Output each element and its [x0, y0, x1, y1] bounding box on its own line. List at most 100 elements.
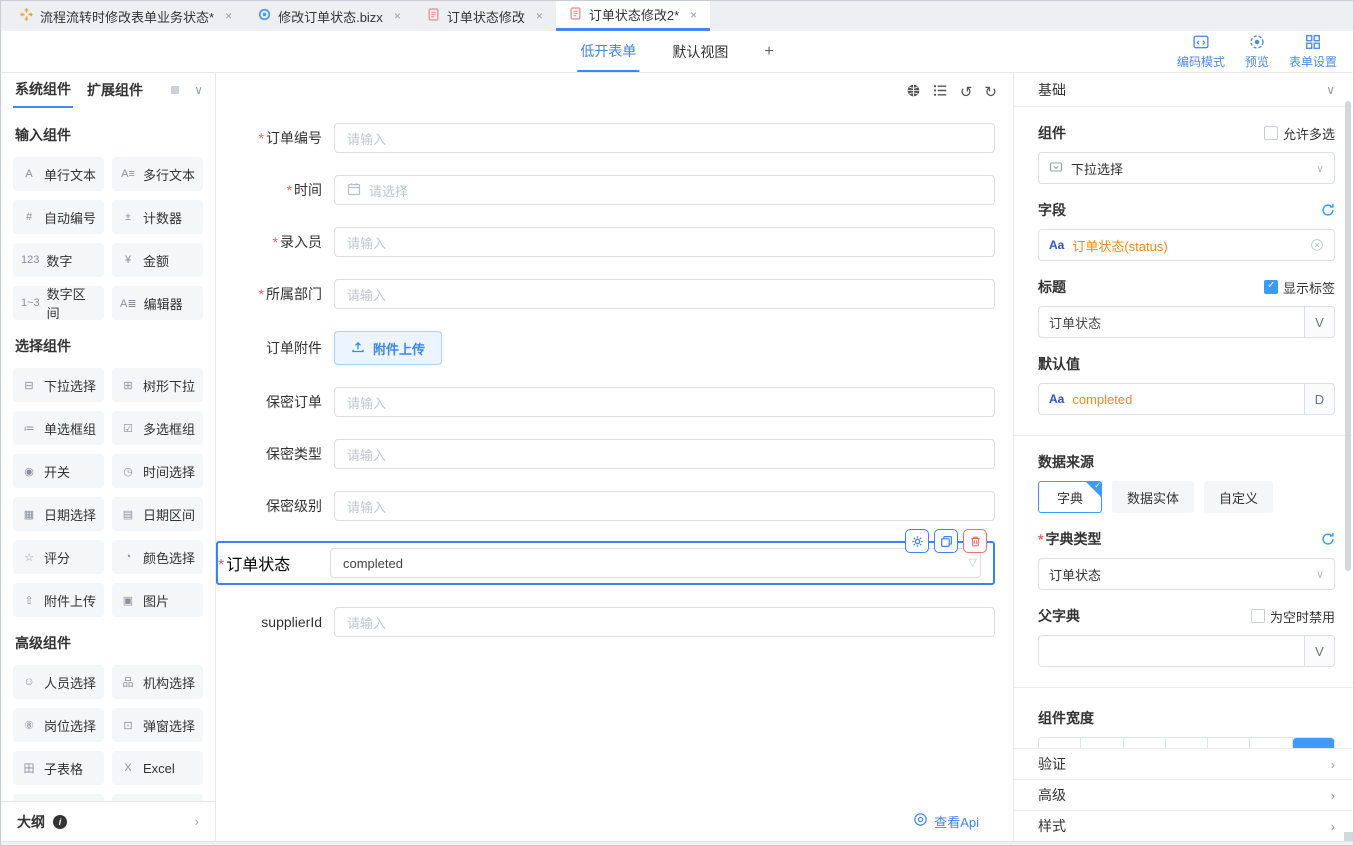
close-icon[interactable]: ×: [225, 9, 232, 23]
close-icon[interactable]: ×: [394, 9, 401, 23]
chevron-down-icon[interactable]: ∨: [1326, 83, 1335, 97]
secret-type-input[interactable]: 请输入: [334, 439, 995, 469]
title-input[interactable]: 订单状态: [1039, 307, 1304, 337]
component-item-excel[interactable]: XExcel: [112, 751, 203, 785]
close-icon[interactable]: ×: [690, 8, 697, 22]
redo-icon[interactable]: ↻: [984, 85, 997, 100]
refresh-icon[interactable]: [1321, 203, 1335, 217]
component-item-checkbox-group[interactable]: ☑多选框组: [112, 411, 203, 445]
component-item-tree-dropdown[interactable]: ⊞树形下拉: [112, 368, 203, 402]
field-row-department[interactable]: *所属部门 请输入: [216, 279, 995, 309]
doc-tab-form2-active[interactable]: 订单状态修改2* ×: [556, 1, 710, 31]
width-2-3[interactable]: 2/3: [1208, 738, 1250, 748]
undo-icon[interactable]: ↺: [960, 85, 973, 100]
globe-icon[interactable]: [906, 83, 921, 101]
tab-system-components[interactable]: 系统组件: [13, 72, 73, 108]
parent-dict-variable-button[interactable]: V: [1304, 636, 1334, 666]
field-row-attachment[interactable]: 订单附件 附件上传: [216, 331, 995, 365]
time-input[interactable]: 请选择: [334, 175, 995, 205]
component-item-rating[interactable]: ☆评分: [13, 540, 104, 574]
doc-tab-workflow[interactable]: 流程流转时修改表单业务状态* ×: [7, 1, 245, 31]
field-row-supplier-id[interactable]: supplierId 请输入: [216, 607, 995, 637]
component-item-color-picker[interactable]: ◔颜色选择: [112, 540, 203, 574]
component-item-multi-line-text[interactable]: A≡多行文本: [112, 157, 203, 191]
component-item-partial[interactable]: [13, 794, 104, 801]
component-item-image[interactable]: ▣图片: [112, 583, 203, 617]
secret-order-input[interactable]: 请输入: [334, 387, 995, 417]
field-delete-button[interactable]: [963, 529, 987, 553]
code-mode-button[interactable]: 编码模式: [1177, 34, 1225, 69]
close-icon[interactable]: ×: [536, 9, 543, 23]
tab-extended-components[interactable]: 扩展组件: [85, 73, 145, 107]
component-item-single-line-text[interactable]: A单行文本: [13, 157, 104, 191]
field-row-secret-type[interactable]: 保密类型 请输入: [216, 439, 995, 469]
section-style[interactable]: 样式 ›: [1014, 810, 1353, 841]
chevron-down-icon[interactable]: ∨: [194, 83, 203, 97]
field-row-time[interactable]: *时间 请选择: [216, 175, 995, 205]
component-item-auto-number[interactable]: #自动编号: [13, 200, 104, 234]
order-status-input[interactable]: completed: [330, 548, 981, 578]
panel-scrollbar[interactable]: [1345, 101, 1351, 571]
component-item-org-picker[interactable]: 品机构选择: [112, 665, 203, 699]
preview-button[interactable]: 预览: [1245, 34, 1269, 69]
component-item-counter[interactable]: ±计数器: [112, 200, 203, 234]
datasource-tab-entity[interactable]: 数据实体: [1112, 481, 1194, 513]
dict-type-select[interactable]: 订单状态 ∨: [1038, 558, 1335, 590]
order-no-input[interactable]: 请输入: [334, 123, 995, 153]
field-settings-button[interactable]: [905, 529, 929, 553]
tab-default-view[interactable]: 默认视图: [669, 31, 731, 72]
field-copy-button[interactable]: [934, 529, 958, 553]
form-settings-button[interactable]: 表单设置: [1289, 34, 1337, 69]
view-api-link[interactable]: 查看Api: [934, 812, 979, 831]
chevron-right-icon[interactable]: ›: [195, 814, 199, 829]
width-1-4[interactable]: 1/4: [1081, 738, 1123, 748]
title-variable-button[interactable]: V: [1304, 307, 1334, 337]
field-row-secret-order[interactable]: 保密订单 请输入: [216, 387, 995, 417]
component-item-time-picker[interactable]: ◷时间选择: [112, 454, 203, 488]
outline-list-icon[interactable]: [933, 83, 948, 101]
component-item-switch[interactable]: ◉开关: [13, 454, 104, 488]
default-value-d-button[interactable]: D: [1304, 384, 1334, 414]
component-item-file-upload[interactable]: ⇧附件上传: [13, 583, 104, 617]
secret-level-input[interactable]: 请输入: [334, 491, 995, 521]
supplier-id-input[interactable]: 请输入: [334, 607, 995, 637]
default-value-input[interactable]: Aa completed: [1039, 384, 1304, 414]
entry-clerk-input[interactable]: 请输入: [334, 227, 995, 257]
datasource-tab-custom[interactable]: 自定义: [1204, 481, 1273, 513]
doc-tab-process[interactable]: 修改订单状态.bizx ×: [245, 1, 414, 31]
component-item-number[interactable]: 123数字: [13, 243, 104, 277]
component-item-sub-table[interactable]: 田子表格: [13, 751, 104, 785]
doc-tab-form1[interactable]: 订单状态修改 ×: [414, 1, 556, 31]
tab-lowcode-form[interactable]: 低开表单: [577, 31, 639, 72]
disable-when-empty-checkbox[interactable]: [1251, 609, 1265, 623]
width-1-3[interactable]: 1/3: [1124, 738, 1166, 748]
component-item-amount[interactable]: ¥金额: [112, 243, 203, 277]
field-row-order-no[interactable]: *订单编号 请输入: [216, 123, 995, 153]
component-item-radio-group[interactable]: ≔单选框组: [13, 411, 104, 445]
outline-footer[interactable]: 大纲 i ›: [1, 801, 215, 841]
component-item-person-picker[interactable]: ☺人员选择: [13, 665, 104, 699]
width-1-2[interactable]: 1/2: [1166, 738, 1208, 748]
width-1-6[interactable]: 1/6: [1039, 738, 1081, 748]
allow-multi-checkbox[interactable]: [1264, 126, 1278, 140]
department-input[interactable]: 请输入: [334, 279, 995, 309]
clear-icon[interactable]: [1310, 238, 1324, 252]
component-item-editor[interactable]: A≣编辑器: [112, 286, 203, 320]
add-view-button[interactable]: +: [761, 31, 776, 72]
component-item-number-range[interactable]: 1~3数字区间: [13, 286, 104, 320]
field-row-order-status-selected[interactable]: *订单状态 completed ▽: [216, 541, 995, 585]
field-row-secret-level[interactable]: 保密级别 请输入: [216, 491, 995, 521]
attachment-upload-button[interactable]: 附件上传: [334, 331, 442, 365]
datasource-tab-dict[interactable]: 字典: [1038, 481, 1102, 513]
component-item-date-picker[interactable]: ▦日期选择: [13, 497, 104, 531]
section-validation[interactable]: 验证 ›: [1014, 748, 1353, 779]
width-3-4[interactable]: 3/4: [1250, 738, 1292, 748]
component-item-date-range[interactable]: ▤日期区间: [112, 497, 203, 531]
component-item-position-picker[interactable]: ⑧岗位选择: [13, 708, 104, 742]
component-item-popup-picker[interactable]: ⊡弹窗选择: [112, 708, 203, 742]
show-label-checkbox[interactable]: [1264, 280, 1278, 294]
component-item-dropdown-select[interactable]: ⊟下拉选择: [13, 368, 104, 402]
field-row-entry-clerk[interactable]: *录入员 请输入: [216, 227, 995, 257]
panel-header-basic[interactable]: 基础 ∨: [1014, 73, 1353, 107]
parent-dict-input[interactable]: [1039, 636, 1304, 666]
